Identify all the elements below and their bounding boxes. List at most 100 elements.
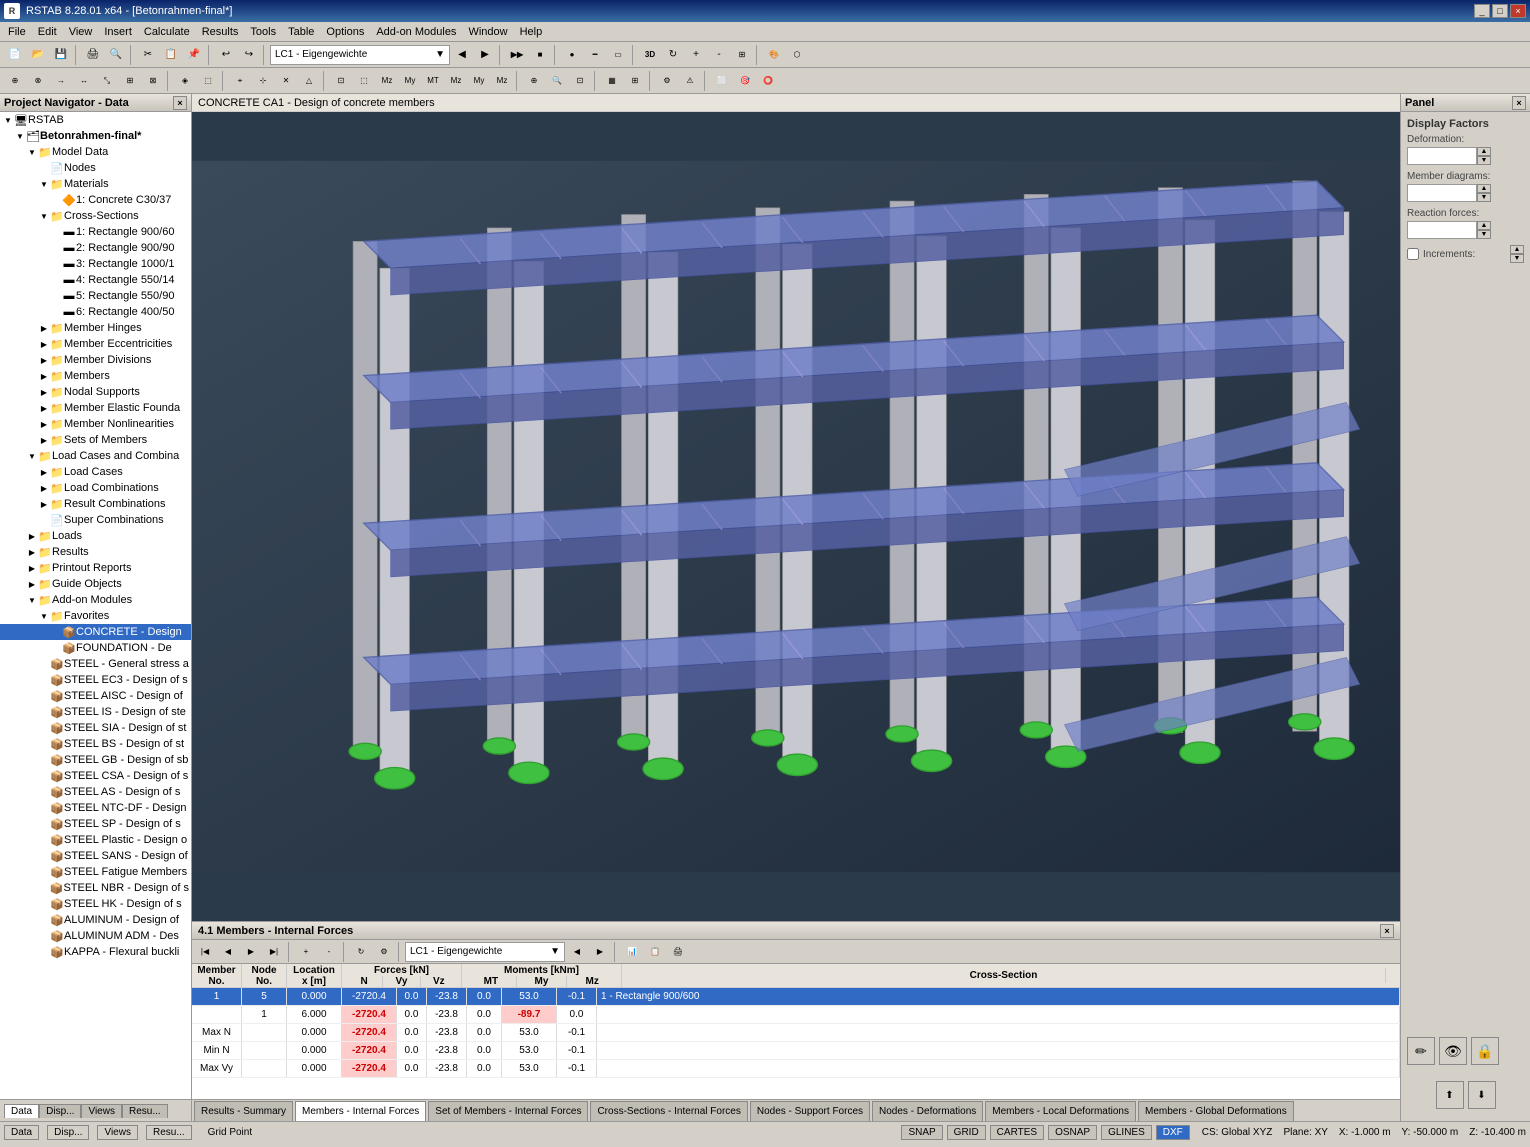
tree-item-steel-ec3[interactable]: 📦STEEL EC3 - Design of s — [0, 672, 191, 688]
tb2-31[interactable]: ⭕ — [757, 70, 779, 92]
tree-item-concrete-design[interactable]: 📦CONCRETE - Design — [0, 624, 191, 640]
glines-btn[interactable]: GLINES — [1101, 1125, 1152, 1140]
tree-item-aluminum-adm[interactable]: 📦ALUMINUM ADM - Des — [0, 928, 191, 944]
expand-loads[interactable]: ▶ — [26, 530, 38, 542]
tree-item-aluminum[interactable]: 📦ALUMINUM - Design of — [0, 912, 191, 928]
expand-results[interactable]: ▶ — [26, 546, 38, 558]
menu-view[interactable]: View — [63, 24, 99, 40]
tree-item-steel-general[interactable]: 📦STEEL - General stress a — [0, 656, 191, 672]
bottom-panel-controls[interactable]: × — [1380, 924, 1394, 938]
bottom-action-2[interactable]: ⬇ — [1468, 1081, 1496, 1109]
tb2-19[interactable]: Mz — [445, 70, 467, 92]
minimize-button[interactable]: _ — [1474, 4, 1490, 18]
tree-item-member-div[interactable]: ▶📁Member Divisions — [0, 352, 191, 368]
tb-btn-5[interactable]: 📌 — [183, 44, 205, 66]
tb-btn-3[interactable]: ✂ — [137, 44, 159, 66]
tb-3d[interactable]: 3D — [639, 44, 661, 66]
menu-options[interactable]: Options — [320, 24, 370, 40]
tb-fit[interactable]: ⊞ — [731, 44, 753, 66]
osnap-btn[interactable]: OSNAP — [1048, 1125, 1097, 1140]
menu-edit[interactable]: Edit — [32, 24, 63, 40]
prev-btn[interactable]: ◀ — [451, 44, 473, 66]
menu-table[interactable]: Table — [282, 24, 320, 40]
status-views[interactable]: Views — [97, 1125, 138, 1140]
tab-nodes---deformations[interactable]: Nodes - Deformations — [872, 1101, 983, 1121]
tb2-3[interactable]: → — [50, 70, 72, 92]
view-icon-btn[interactable]: 👁 — [1439, 1037, 1467, 1065]
tb2-22[interactable]: ⊕ — [523, 70, 545, 92]
tree-item-rstab[interactable]: ▼🖥RSTAB — [0, 112, 191, 128]
menu-window[interactable]: Window — [462, 24, 513, 40]
bottom-action-1[interactable]: ⬆ — [1436, 1081, 1464, 1109]
tb-node[interactable]: ● — [561, 44, 583, 66]
member-diagrams-spinner[interactable]: ▲ ▼ — [1407, 184, 1524, 202]
tree-item-member-ecc[interactable]: ▶📁Member Eccentricities — [0, 336, 191, 352]
lc-next[interactable]: ▶ — [589, 941, 611, 963]
tree-item-member-hinges[interactable]: ▶📁Member Hinges — [0, 320, 191, 336]
tb2-9[interactable]: ⬚ — [197, 70, 219, 92]
navigator-header-btns[interactable]: × — [173, 96, 187, 110]
tb-member[interactable]: ━ — [584, 44, 606, 66]
menu-calculate[interactable]: Calculate — [138, 24, 196, 40]
tree-item-steel-hk[interactable]: 📦STEEL HK - Design of s — [0, 896, 191, 912]
increments-down[interactable]: ▼ — [1510, 254, 1524, 263]
module-dropdown[interactable]: LC1 - Eigengewichte ▼ — [270, 45, 450, 65]
tab-members---internal-forces[interactable]: Members - Internal Forces — [295, 1101, 426, 1121]
tab-resu[interactable]: Resu... — [122, 1104, 168, 1118]
menu-results[interactable]: Results — [196, 24, 245, 40]
menu-insert[interactable]: Insert — [98, 24, 138, 40]
tb-surface[interactable]: ▭ — [607, 44, 629, 66]
increments-up[interactable]: ▲ — [1510, 245, 1524, 254]
table-row-0[interactable]: 1 5 0.000 -2720.4 0.0 -23.8 0.0 53.0 -0.… — [192, 988, 1400, 1006]
tab-members---global-deformations[interactable]: Members - Global Deformations — [1138, 1101, 1294, 1121]
expand-materials[interactable]: ▼ — [38, 178, 50, 190]
tb2-17[interactable]: Mу — [399, 70, 421, 92]
open-button[interactable]: 📂 — [27, 44, 49, 66]
save-button[interactable]: 💾 — [50, 44, 72, 66]
tb-stop[interactable]: ■ — [529, 44, 551, 66]
tree-item-steel-aisc[interactable]: 📦STEEL AISC - Design of — [0, 688, 191, 704]
tree-item-nodes[interactable]: 📄Nodes — [0, 160, 191, 176]
tb2-20[interactable]: My — [468, 70, 490, 92]
tree-item-load-cases[interactable]: ▶📁Load Cases — [0, 464, 191, 480]
tb2-18[interactable]: MT — [422, 70, 444, 92]
reaction-forces-down[interactable]: ▼ — [1477, 230, 1491, 239]
deformation-spinner[interactable]: ▲ ▼ — [1407, 147, 1524, 165]
tb2-4[interactable]: ↔ — [73, 70, 95, 92]
tree-item-rect1[interactable]: ▬1: Rectangle 900/60 — [0, 224, 191, 240]
member-diagrams-input[interactable] — [1407, 184, 1477, 202]
tab-cross-sections---internal-forces[interactable]: Cross-Sections - Internal Forces — [590, 1101, 747, 1121]
table-first[interactable]: |◀ — [194, 941, 216, 963]
tree-container[interactable]: ▼🖥RSTAB▼🗂Betonrahmen-final*▼📁Model Data📄… — [0, 112, 191, 1099]
table-last[interactable]: ▶| — [263, 941, 285, 963]
title-bar-controls[interactable]: _ □ × — [1474, 4, 1526, 18]
tree-item-materials[interactable]: ▼📁Materials — [0, 176, 191, 192]
tab-results---summary[interactable]: Results - Summary — [194, 1101, 293, 1121]
tree-item-rect3[interactable]: ▬3: Rectangle 1000/1 — [0, 256, 191, 272]
tree-item-elastic-found[interactable]: ▶📁Member Elastic Founda — [0, 400, 191, 416]
tree-item-steel-nbr[interactable]: 📦STEEL NBR - Design of s — [0, 880, 191, 896]
table-row-2[interactable]: Max N 0.000 -2720.4 0.0 -23.8 0.0 53.0 -… — [192, 1024, 1400, 1042]
tb2-16[interactable]: Mz — [376, 70, 398, 92]
tb-zoom-in[interactable]: + — [685, 44, 707, 66]
tb-zoom-out[interactable]: - — [708, 44, 730, 66]
reaction-forces-up[interactable]: ▲ — [1477, 221, 1491, 230]
tree-item-concrete[interactable]: 🔶1: Concrete C30/37 — [0, 192, 191, 208]
deformation-down[interactable]: ▼ — [1477, 156, 1491, 165]
tb2-7[interactable]: ⊠ — [142, 70, 164, 92]
tb-btn-4[interactable]: 📋 — [160, 44, 182, 66]
expand-favorites[interactable]: ▼ — [38, 610, 50, 622]
tree-item-model-data[interactable]: ▼📁Model Data — [0, 144, 191, 160]
tb2-6[interactable]: ⊞ — [119, 70, 141, 92]
right-panel-close[interactable]: × — [1512, 96, 1526, 110]
menu-tools[interactable]: Tools — [244, 24, 282, 40]
menu-help[interactable]: Help — [514, 24, 549, 40]
expand-elastic-found[interactable]: ▶ — [38, 402, 50, 414]
tb2-24[interactable]: ⊡ — [569, 70, 591, 92]
expand-model-data[interactable]: ▼ — [26, 146, 38, 158]
reaction-forces-input[interactable] — [1407, 221, 1477, 239]
expand-members[interactable]: ▶ — [38, 370, 50, 382]
tb2-11[interactable]: ⊹ — [252, 70, 274, 92]
expand-member-ecc[interactable]: ▶ — [38, 338, 50, 350]
tb2-14[interactable]: ⊡ — [330, 70, 352, 92]
